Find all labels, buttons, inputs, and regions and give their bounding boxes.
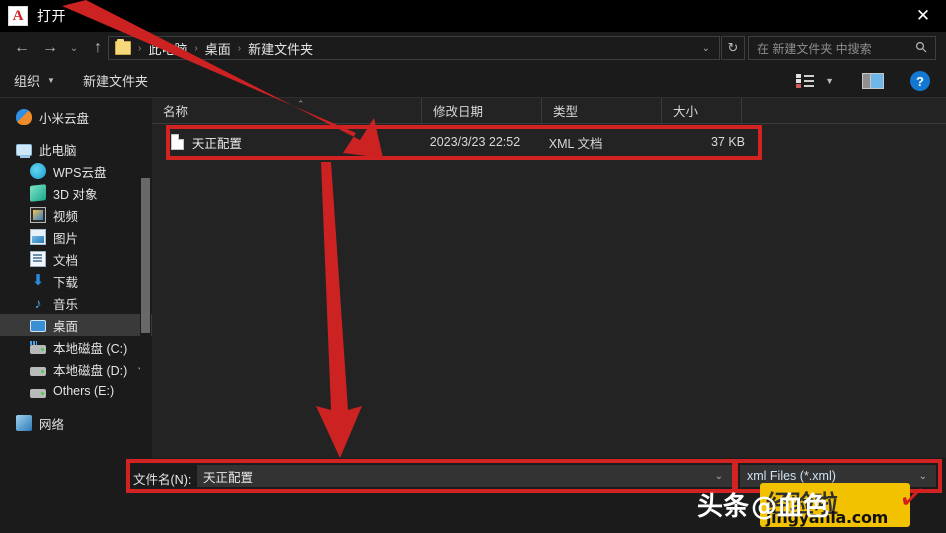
sidebar-item-label: 网络 [39, 417, 65, 432]
address-bar[interactable]: › 此电脑 › 桌面 › 新建文件夹 ⌄ [108, 36, 720, 60]
downloads-icon: ⬇ [31, 272, 45, 289]
check-mark-icon: ✓ [895, 477, 930, 519]
sidebar-item-label: 视频 [53, 209, 79, 224]
chevron-down-icon[interactable]: ⌄ [693, 43, 719, 54]
sidebar-item-drive-e[interactable]: Others (E:) [0, 380, 152, 402]
sidebar-item-label: 下载 [53, 275, 79, 290]
close-icon[interactable]: ✕ [900, 0, 946, 32]
drive-icon [30, 366, 46, 376]
toolbar-right-group: ▼ ? [796, 64, 946, 98]
sidebar-item-label: 此电脑 [39, 143, 77, 158]
pictures-icon [30, 229, 46, 245]
refresh-button[interactable]: ↻ [721, 36, 745, 60]
column-header-modified[interactable]: 修改日期 [422, 97, 542, 124]
column-header-row: 名称 修改日期 类型 大小 ⌃ [152, 97, 946, 124]
desktop-icon [30, 320, 46, 332]
address-bar-row: ← → ⌄ ↑ › 此电脑 › 桌面 › 新建文件夹 ⌄ ↻ 在 新建文件夹 中… [0, 32, 946, 64]
folder-icon [115, 39, 131, 55]
sidebar-item-drive-c[interactable]: 本地磁盘 (C:) [0, 336, 152, 358]
sort-ascending-icon: ⌃ [297, 99, 305, 109]
sidebar-item-downloads[interactable]: ⬇ 下载 [0, 270, 152, 292]
column-header-name[interactable]: 名称 [152, 97, 422, 124]
navigation-sidebar: 小米云盘 此电脑 WPS云盘 3D 对象 视频 图片 文档 ⬇ 下载 ♪ 音乐 … [0, 98, 152, 458]
system-drive-icon [30, 340, 46, 354]
breadcrumb-item-1[interactable]: 桌面 [205, 39, 231, 58]
sidebar-item-wps-cloud[interactable]: WPS云盘 [0, 160, 152, 182]
file-modified: 2023/3/23 22:52 [429, 135, 521, 149]
sidebar-item-mi-cloud[interactable]: 小米云盘 [0, 106, 152, 128]
sidebar-item-label: 图片 [53, 231, 79, 246]
filename-label: 文件名(N): [133, 473, 192, 487]
chevron-down-icon: ▼ [47, 76, 55, 85]
organize-label: 组织 [14, 74, 41, 89]
sidebar-item-label: 3D 对象 [53, 187, 98, 202]
sidebar-item-videos[interactable]: 视频 [0, 204, 152, 226]
sidebar-item-label: 本地磁盘 (C:) [53, 341, 128, 356]
sidebar-item-pictures[interactable]: 图片 [0, 226, 152, 248]
music-icon: ♪ [34, 295, 42, 311]
xml-file-icon [171, 134, 184, 150]
view-list-icon[interactable] [796, 73, 815, 89]
window-title: 打开 [37, 8, 66, 24]
breadcrumb-separator: › [237, 42, 242, 54]
sidebar-item-3d-objects[interactable]: 3D 对象 [0, 182, 152, 204]
search-box[interactable]: 在 新建文件夹 中搜索 [748, 36, 936, 60]
sidebar-item-label: 文档 [53, 253, 79, 268]
chevron-down-icon[interactable]: ▼ [825, 76, 834, 86]
file-list-pane: 名称 修改日期 类型 大小 ⌃ 天正配置 2023/3/23 22:52 XML… [152, 97, 946, 458]
sidebar-item-this-pc[interactable]: 此电脑 [0, 138, 152, 160]
sidebar-item-label: 音乐 [53, 297, 79, 312]
sidebar-item-desktop[interactable]: 桌面 [0, 314, 152, 336]
filename-input[interactable]: 天正配置 ⌄ [197, 465, 732, 487]
file-type: XML 文档 [548, 136, 603, 151]
sidebar-item-network[interactable]: 网络 [0, 412, 152, 434]
breadcrumb-item-2[interactable]: 新建文件夹 [248, 39, 313, 58]
preview-pane-icon[interactable] [862, 73, 884, 89]
file-open-dialog: A 打开 ✕ ← → ⌄ ↑ › 此电脑 › 桌面 › 新建文件夹 ⌄ ↻ 在 … [0, 0, 946, 533]
new-folder-button[interactable]: 新建文件夹 [83, 71, 148, 90]
drive-icon [30, 388, 46, 398]
sidebar-item-label: 本地磁盘 (D:) [53, 363, 128, 378]
forward-button[interactable]: → [36, 34, 64, 62]
videos-icon [30, 207, 46, 223]
search-input[interactable]: 在 新建文件夹 中搜索 [757, 40, 872, 57]
wps-cloud-icon [30, 163, 46, 179]
toutiao-watermark: 头条 @血色 [697, 487, 830, 522]
toutiao-label: 头条 [697, 491, 750, 522]
command-toolbar: 组织 ▼ 新建文件夹 ▼ ? [0, 64, 946, 98]
chevron-down-icon[interactable]: ⌄ [715, 471, 723, 482]
breadcrumb-item-0[interactable]: 此电脑 [148, 39, 187, 58]
3d-objects-icon [30, 184, 46, 202]
search-icon [915, 41, 927, 56]
title-bar: A 打开 ✕ [0, 0, 946, 32]
autocad-a-icon: A [8, 6, 28, 26]
sidebar-item-label: Others (E:) [53, 384, 115, 398]
sidebar-item-label: 桌面 [53, 319, 79, 334]
sidebar-scrollbar-thumb[interactable] [141, 178, 150, 333]
breadcrumb-separator: › [138, 42, 142, 54]
file-size: 37 KB [710, 135, 746, 149]
toutiao-handle: @血色 [751, 491, 830, 522]
sidebar-item-label: WPS云盘 [53, 165, 107, 180]
network-icon [16, 415, 32, 431]
filetype-value: xml Files (*.xml) [747, 469, 836, 483]
sidebar-item-label: 小米云盘 [39, 111, 90, 126]
organize-button[interactable]: 组织 ▼ [14, 71, 55, 90]
logo-letter: A [12, 7, 24, 24]
table-row[interactable]: 天正配置 2023/3/23 22:52 XML 文档 37 KB [162, 131, 745, 153]
sidebar-item-documents[interactable]: 文档 [0, 248, 152, 270]
filename-value: 天正配置 [203, 470, 254, 485]
help-button[interactable]: ? [910, 71, 930, 91]
documents-icon [30, 251, 46, 267]
column-header-size[interactable]: 大小 [662, 97, 742, 124]
breadcrumb-separator: › [194, 42, 198, 54]
this-pc-icon [16, 144, 32, 158]
sidebar-item-drive-d[interactable]: 本地磁盘 (D:) [0, 358, 152, 380]
column-header-type[interactable]: 类型 [542, 97, 662, 124]
file-name: 天正配置 [191, 136, 242, 151]
sidebar-item-music[interactable]: ♪ 音乐 [0, 292, 152, 314]
mi-cloud-icon [16, 109, 32, 125]
back-button[interactable]: ← [8, 34, 36, 62]
recent-locations-button[interactable]: ⌄ [64, 34, 84, 62]
